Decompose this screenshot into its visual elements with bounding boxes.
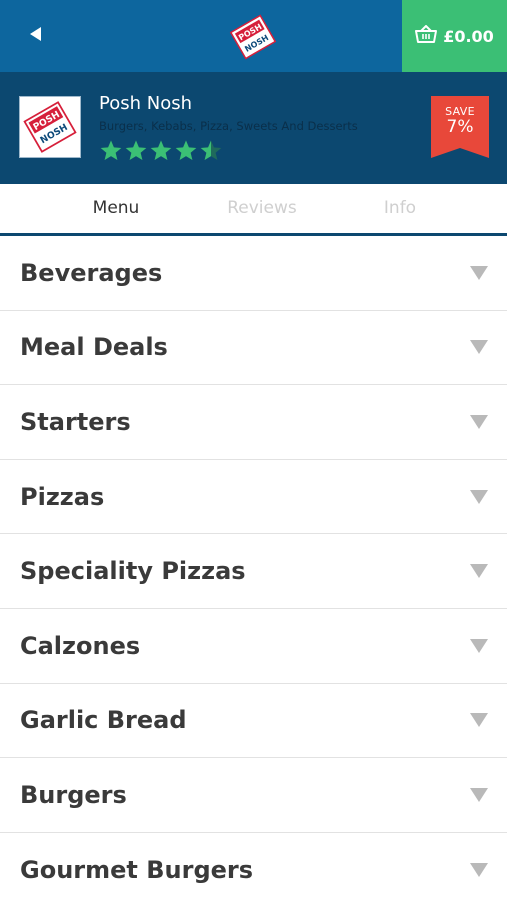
top-bar: POSH NOSH £0.00 bbox=[0, 0, 507, 72]
brand-logo: POSH NOSH bbox=[228, 12, 278, 62]
star-rating bbox=[99, 139, 224, 168]
back-button[interactable] bbox=[0, 0, 72, 72]
back-arrow-icon bbox=[27, 25, 45, 48]
restaurant-name: Posh Nosh bbox=[99, 93, 192, 114]
chevron-down-icon bbox=[469, 339, 489, 355]
menu-category-row[interactable]: Garlic Bread bbox=[0, 684, 507, 759]
menu-category-row[interactable]: Calzones bbox=[0, 609, 507, 684]
menu-category-label: Burgers bbox=[20, 780, 127, 809]
chevron-down-icon bbox=[469, 414, 489, 430]
tab-menu[interactable]: Menu bbox=[46, 184, 186, 234]
tab-reviews[interactable]: Reviews bbox=[192, 184, 332, 234]
menu-category-label: Garlic Bread bbox=[20, 706, 187, 735]
menu-category-row[interactable]: Speciality Pizzas bbox=[0, 534, 507, 609]
star-half-icon bbox=[199, 139, 224, 168]
menu-category-row[interactable]: Meal Deals bbox=[0, 311, 507, 386]
star-full-icon bbox=[99, 139, 124, 168]
menu-category-label: Pizzas bbox=[20, 482, 105, 511]
menu-category-row[interactable]: Gourmet Burgers bbox=[0, 833, 507, 900]
basket-total: £0.00 bbox=[443, 26, 494, 46]
chevron-down-icon bbox=[469, 862, 489, 878]
star-full-icon bbox=[149, 139, 174, 168]
basket-button[interactable]: £0.00 bbox=[402, 0, 507, 72]
menu-category-row[interactable]: Pizzas bbox=[0, 460, 507, 535]
basket-icon bbox=[415, 24, 443, 48]
star-full-icon bbox=[174, 139, 199, 168]
menu-category-row[interactable]: Burgers bbox=[0, 758, 507, 833]
menu-category-label: Meal Deals bbox=[20, 333, 168, 362]
chevron-down-icon bbox=[469, 712, 489, 728]
restaurant-cuisine: Burgers, Kebabs, Pizza, Sweets And Desse… bbox=[99, 119, 358, 133]
menu-category-list: Beverages Meal Deals Starters Pizzas Special… bbox=[0, 236, 507, 900]
tab-bar: Menu Reviews Info bbox=[0, 184, 507, 234]
restaurant-logo: POSH NOSH bbox=[19, 96, 81, 158]
chevron-down-icon bbox=[469, 787, 489, 803]
save-percent: 7% bbox=[446, 117, 474, 137]
menu-category-label: Starters bbox=[20, 407, 131, 436]
star-full-icon bbox=[124, 139, 149, 168]
menu-category-label: Beverages bbox=[20, 258, 163, 287]
chevron-down-icon bbox=[469, 265, 489, 281]
menu-category-label: Speciality Pizzas bbox=[20, 557, 246, 586]
save-badge: SAVE 7% bbox=[431, 96, 489, 158]
menu-category-label: Calzones bbox=[20, 631, 141, 660]
menu-category-row[interactable]: Beverages bbox=[0, 236, 507, 311]
restaurant-header: POSH NOSH Posh Nosh Burgers, Kebabs, Piz… bbox=[0, 72, 507, 184]
chevron-down-icon bbox=[469, 563, 489, 579]
chevron-down-icon bbox=[469, 489, 489, 505]
menu-category-label: Gourmet Burgers bbox=[20, 855, 254, 884]
tab-info[interactable]: Info bbox=[340, 184, 460, 234]
chevron-down-icon bbox=[469, 638, 489, 654]
menu-category-row[interactable]: Starters bbox=[0, 385, 507, 460]
